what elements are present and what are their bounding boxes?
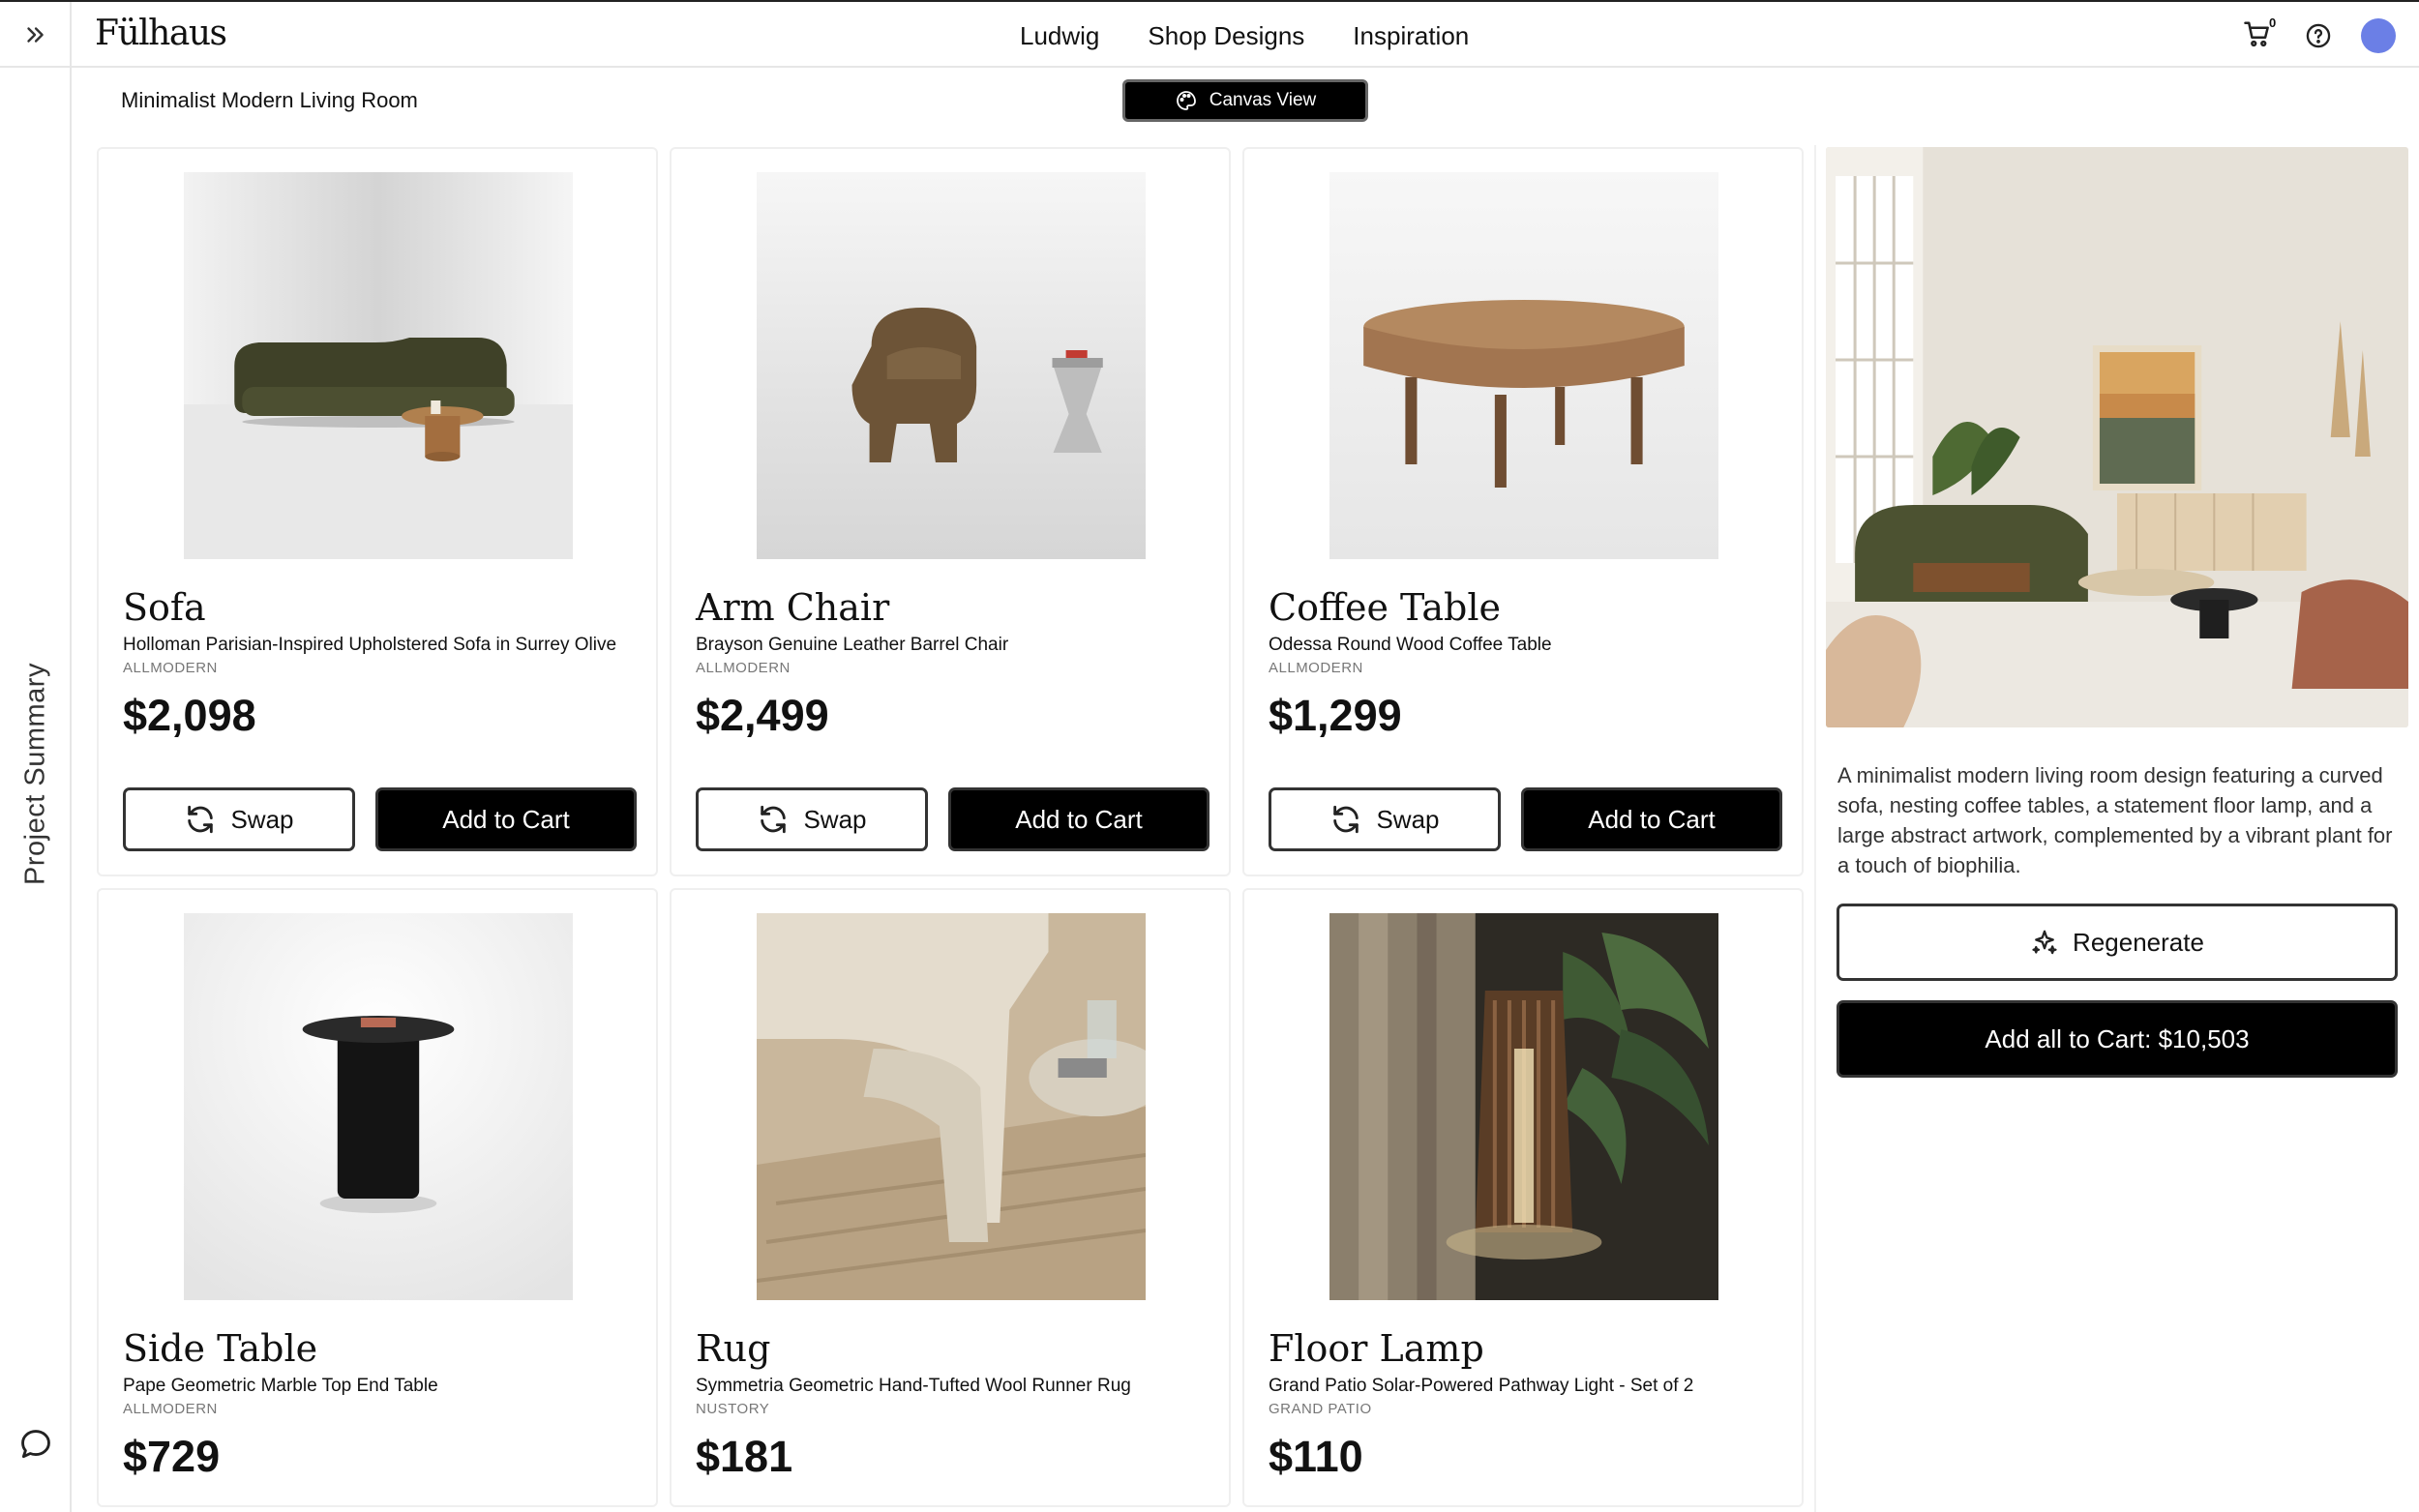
product-card-arm-chair: Arm Chair Brayson Genuine Leather Barrel… <box>670 147 1231 876</box>
top-bar: Fülhaus Ludwig Shop Designs Inspiration … <box>0 0 2419 68</box>
palette-icon <box>1176 91 1196 110</box>
cart-button[interactable]: 0 <box>2243 15 2276 52</box>
product-image-sofa[interactable] <box>184 172 573 559</box>
header-actions: 0 <box>2243 15 2396 53</box>
product-image-coffee-table[interactable] <box>1329 172 1718 559</box>
product-price: $2,499 <box>696 691 829 740</box>
main-nav: Ludwig Shop Designs Inspiration <box>1020 21 1469 51</box>
product-brand: NUSTORY <box>696 1401 770 1417</box>
refresh-icon <box>1333 805 1359 834</box>
product-image-floor-lamp[interactable] <box>1329 913 1718 1300</box>
product-category: Floor Lamp <box>1269 1327 1484 1370</box>
chat-bubble-icon <box>21 1430 50 1459</box>
sparkle-icon <box>2032 930 2057 955</box>
cart-count-badge: 0 <box>2269 15 2277 30</box>
product-card-side-table: Side Table Pape Geometric Marble Top End… <box>97 888 658 1507</box>
swap-label: Swap <box>803 804 867 834</box>
product-brand: ALLMODERN <box>696 660 791 676</box>
product-price: $181 <box>696 1432 793 1481</box>
swap-label: Swap <box>1376 804 1440 834</box>
product-card-sofa: Sofa Holloman Parisian-Inspired Upholste… <box>97 147 658 876</box>
product-category: Side Table <box>123 1327 318 1370</box>
expand-sidebar-button[interactable] <box>0 2 72 68</box>
product-name[interactable]: Grand Patio Solar-Powered Pathway Light … <box>1269 1376 1693 1397</box>
double-chevron-right-icon <box>27 27 44 43</box>
product-category: Rug <box>696 1327 771 1370</box>
add-to-cart-button[interactable]: Add to Cart <box>948 787 1210 851</box>
refresh-icon <box>188 805 214 834</box>
project-summary-tab[interactable]: Project Summary <box>20 663 52 885</box>
product-price: $110 <box>1269 1432 1363 1481</box>
product-brand: ALLMODERN <box>123 660 218 676</box>
refresh-icon <box>761 805 787 834</box>
product-category: Coffee Table <box>1269 586 1502 629</box>
fulhaus-logo[interactable]: Fülhaus <box>95 14 227 53</box>
design-description: A minimalist modern living room design f… <box>1837 763 2393 877</box>
add-to-cart-button[interactable]: Add to Cart <box>1521 787 1782 851</box>
product-name[interactable]: Pape Geometric Marble Top End Table <box>123 1376 438 1397</box>
panel-divider <box>1814 145 1816 1512</box>
product-name[interactable]: Holloman Parisian-Inspired Upholstered S… <box>123 635 616 656</box>
canvas-view-button[interactable]: Canvas View <box>1122 79 1368 122</box>
product-category: Sofa <box>123 586 206 629</box>
regenerate-button[interactable]: Regenerate <box>1837 904 2398 981</box>
regenerate-label: Regenerate <box>2073 927 2204 957</box>
product-category: Arm Chair <box>696 586 890 629</box>
add-to-cart-button[interactable]: Add to Cart <box>375 787 637 851</box>
product-image-rug[interactable] <box>757 913 1146 1300</box>
swap-button[interactable]: Swap <box>696 787 928 851</box>
product-price: $1,299 <box>1269 691 1402 740</box>
product-image-side-table[interactable] <box>184 913 573 1300</box>
left-sidebar: Project Summary <box>0 68 72 1512</box>
swap-label: Swap <box>230 804 294 834</box>
product-name[interactable]: Odessa Round Wood Coffee Table <box>1269 635 1552 656</box>
avatar[interactable] <box>2361 18 2396 53</box>
add-all-to-cart-button[interactable]: Add all to Cart: $10,503 <box>1837 1000 2398 1078</box>
product-image-arm-chair[interactable] <box>757 172 1146 559</box>
swap-button[interactable]: Swap <box>1269 787 1501 851</box>
canvas-view-label: Canvas View <box>1209 90 1317 110</box>
nav-item-inspiration[interactable]: Inspiration <box>1353 21 1469 51</box>
product-price: $729 <box>123 1432 221 1481</box>
product-brand: ALLMODERN <box>123 1401 218 1417</box>
project-title: Minimalist Modern Living Room <box>121 88 418 112</box>
room-render-image[interactable] <box>1826 147 2408 727</box>
product-brand: GRAND PATIO <box>1269 1401 1372 1417</box>
product-price: $2,098 <box>123 691 256 740</box>
product-name[interactable]: Brayson Genuine Leather Barrel Chair <box>696 635 1008 656</box>
cart-icon <box>2244 21 2269 47</box>
product-brand: ALLMODERN <box>1269 660 1363 676</box>
product-name[interactable]: Symmetria Geometric Hand-Tufted Wool Run… <box>696 1376 1131 1397</box>
nav-item-ludwig[interactable]: Ludwig <box>1020 21 1099 51</box>
nav-item-shop-designs[interactable]: Shop Designs <box>1148 21 1304 51</box>
product-card-rug: Rug Symmetria Geometric Hand-Tufted Wool… <box>670 888 1231 1507</box>
help-icon[interactable] <box>2305 22 2332 49</box>
swap-button[interactable]: Swap <box>123 787 355 851</box>
product-card-coffee-table: Coffee Table Odessa Round Wood Coffee Ta… <box>1242 147 1804 876</box>
chat-button[interactable] <box>17 1426 54 1468</box>
product-card-floor-lamp: Floor Lamp Grand Patio Solar-Powered Pat… <box>1242 888 1804 1507</box>
